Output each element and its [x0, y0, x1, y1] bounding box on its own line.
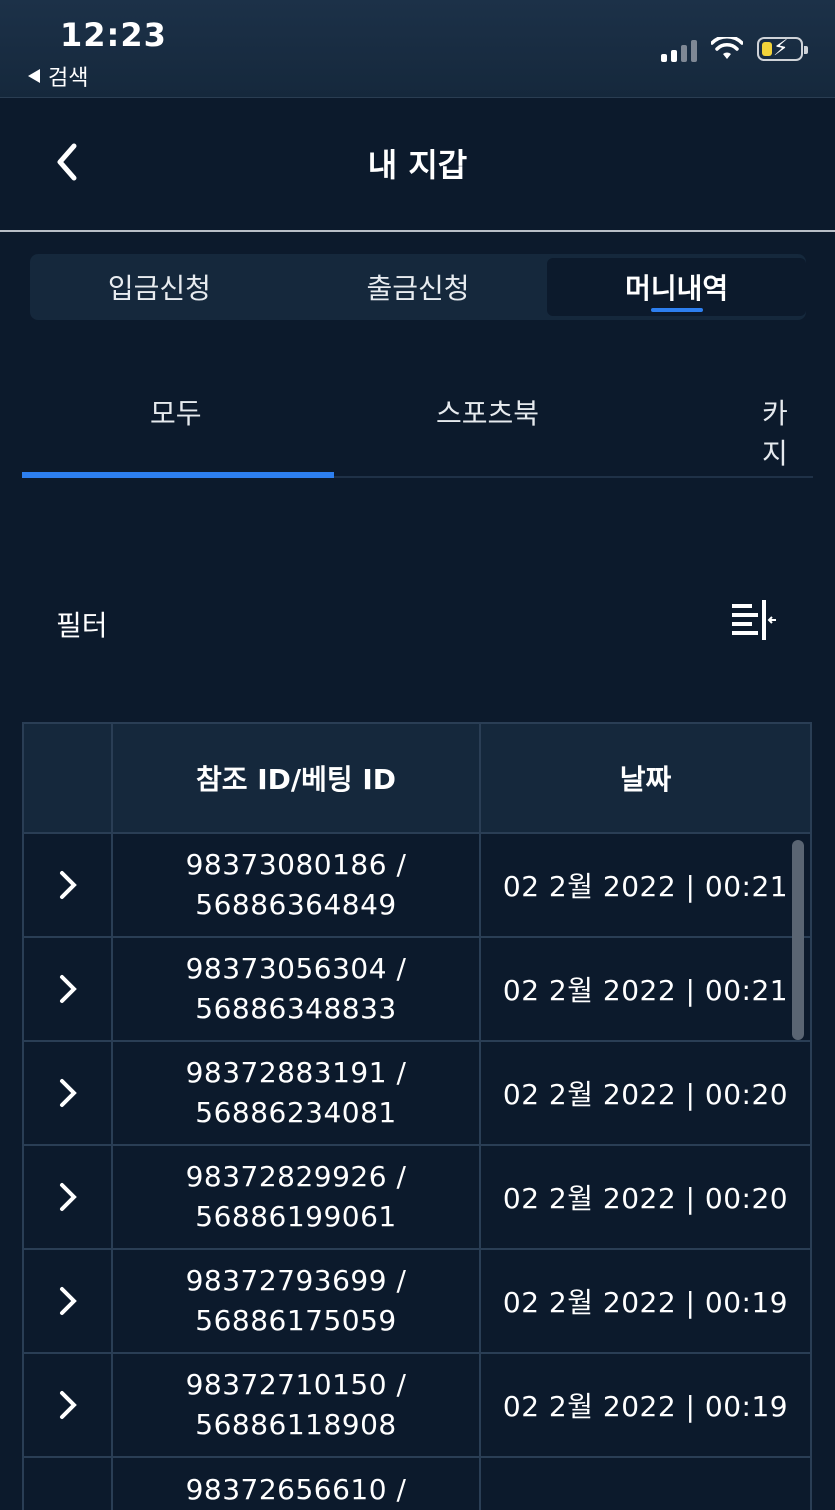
status-icons: ⚡ [661, 36, 808, 62]
subtab-all[interactable]: 모두 [150, 392, 202, 432]
filter-label: 필터 [56, 609, 108, 642]
table-scrollbar[interactable] [792, 840, 804, 1040]
ref-id: 98372793699 / [185, 1264, 407, 1297]
subtab-casino[interactable]: 카지 [762, 392, 813, 472]
row-date: 02 2월 2022 | 00:21 [502, 974, 789, 1007]
active-subtab-indicator [22, 472, 334, 478]
status-bar: 12:23 검색 ⚡ [0, 0, 835, 98]
subtab-sportsbook[interactable]: 스포츠북 [436, 392, 539, 432]
ref-id: 98372656610 / [185, 1473, 407, 1506]
bet-id: 56886199061 [195, 1200, 397, 1233]
table-row[interactable]: 98372793699 / 56886175059 02 2월 2022 | 00… [24, 1250, 810, 1354]
chevron-right-icon[interactable] [57, 1388, 79, 1422]
row-date: 02 2월 2022 | 00:20 [502, 1078, 789, 1111]
chevron-right-icon[interactable] [57, 972, 79, 1006]
table-row[interactable]: 98373080186 / 56886364849 02 2월 2022 | 00… [24, 834, 810, 938]
table-row[interactable]: 98372829926 / 56886199061 02 2월 2022 | 00… [24, 1146, 810, 1250]
header-date: 날짜 [619, 763, 672, 796]
battery-charging-icon: ⚡ [757, 36, 808, 61]
chevron-right-icon[interactable] [57, 1180, 79, 1214]
header-ref-bet-id: 참조 ID/베팅 ID [113, 724, 481, 832]
bet-id: 56886234081 [195, 1096, 397, 1129]
chevron-right-icon[interactable] [57, 868, 79, 902]
ref-id: 98372710150 / [185, 1368, 407, 1401]
filter-collapse-icon[interactable] [730, 600, 778, 642]
wifi-icon [711, 37, 743, 59]
back-search-label: 검색 [48, 66, 89, 91]
ref-id: 98373080186 / [185, 848, 407, 881]
page-title: 내 지갑 [367, 146, 468, 184]
wallet-segment-tabs: 입금신청 출금신청 머니내역 [30, 254, 807, 320]
chevron-right-icon[interactable] [57, 1284, 79, 1318]
table-row[interactable]: 98372710150 / 56886118908 02 2월 2022 | 00… [24, 1354, 810, 1458]
header-expand-col [24, 724, 113, 832]
table-row[interactable]: 98373056304 / 56886348833 02 2월 2022 | 00… [24, 938, 810, 1042]
status-time: 12:23 [60, 16, 167, 54]
table-row[interactable]: 98372883191 / 56886234081 02 2월 2022 | 00… [24, 1042, 810, 1146]
row-date: 02 2월 2022 | 00:19 [502, 1286, 789, 1319]
row-date: 02 2월 2022 | 00:20 [502, 1182, 789, 1215]
bet-id: 56886175059 [195, 1304, 397, 1337]
row-date: 02 2월 2022 | 00:19 [502, 1390, 789, 1423]
chevron-right-icon[interactable] [57, 1076, 79, 1110]
bet-id: 56886364849 [195, 888, 397, 921]
table-header-row: 참조 ID/베팅 ID 날짜 [24, 722, 810, 834]
row-date: 02 2월 2022 | 00:21 [502, 870, 789, 903]
bet-id: 56886118908 [195, 1408, 397, 1441]
bet-id: 56886348833 [195, 992, 397, 1025]
back-triangle-icon [28, 69, 40, 83]
money-history-table: 참조 ID/베팅 ID 날짜 98373080186 / 56886364849 … [22, 722, 812, 1510]
ref-id: 98373056304 / [185, 952, 407, 985]
category-sub-tabs: 모두 스포츠북 카지 [22, 380, 813, 478]
tab-deposit-request[interactable]: 입금신청 [30, 254, 289, 320]
tab-withdraw-request[interactable]: 출금신청 [289, 254, 548, 320]
tab-money-history[interactable]: 머니내역 [547, 258, 807, 316]
back-to-search-link[interactable]: 검색 [28, 60, 88, 92]
ref-id: 98372829926 / [185, 1160, 407, 1193]
cellular-signal-icon [661, 36, 697, 62]
table-row[interactable]: 98372656610 / [24, 1458, 810, 1510]
ref-id: 98372883191 / [185, 1056, 407, 1089]
page-header: 내 지갑 [0, 98, 835, 232]
